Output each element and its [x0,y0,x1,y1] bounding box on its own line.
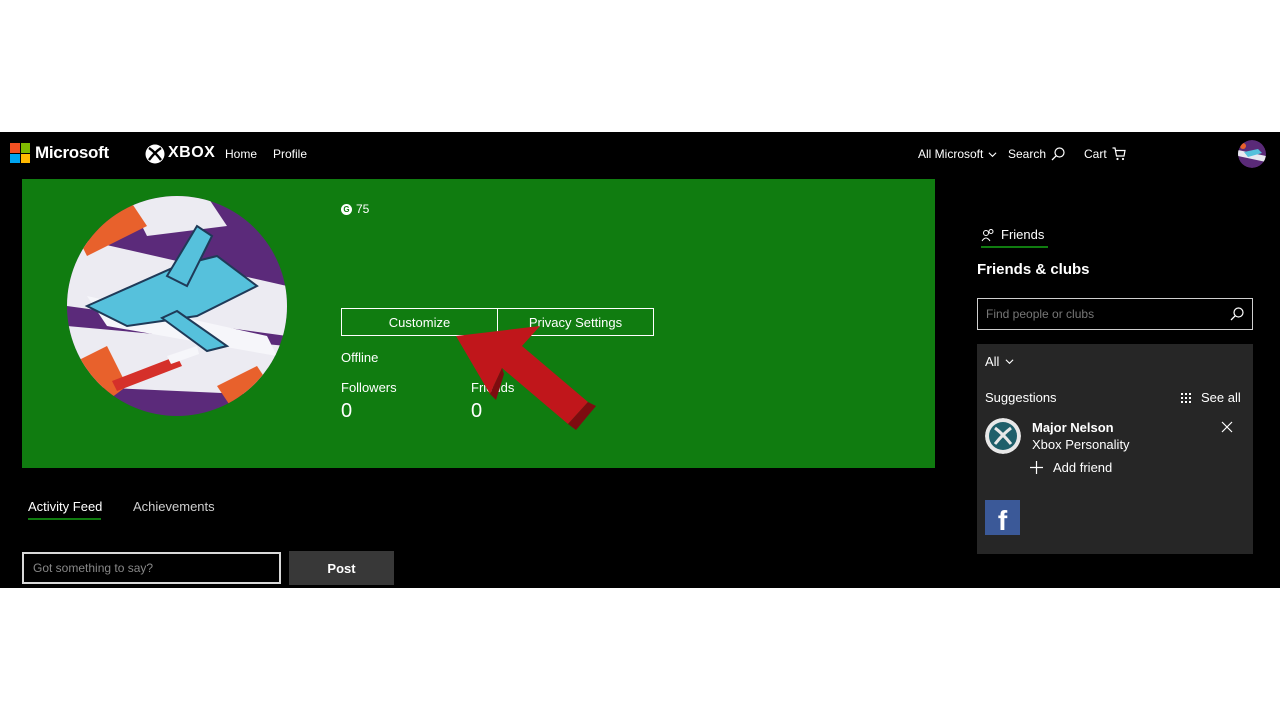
friends-icon [981,228,994,241]
cart-icon [1112,147,1126,161]
followers-count[interactable]: 0 [341,400,352,423]
add-friend-button[interactable]: Add friend [1030,460,1112,475]
microsoft-logo-icon[interactable] [10,143,30,163]
customize-button[interactable]: Customize [341,308,498,336]
nav-profile[interactable]: Profile [273,147,307,161]
plus-icon [1030,461,1043,474]
friends-tab-label: Friends [1001,227,1045,242]
post-input[interactable]: Got something to say? [22,552,281,584]
close-icon[interactable] [1221,421,1233,433]
search-icon [1051,147,1065,161]
tab-friends[interactable]: Friends [981,227,1044,242]
presence-status: Offline [341,350,379,365]
search-button[interactable]: Search [1008,147,1065,161]
microsoft-brand[interactable]: Microsoft [35,143,109,163]
see-all-label: See all [1201,390,1241,405]
search-icon[interactable] [1230,307,1244,321]
cart-button[interactable]: Cart [1084,147,1126,161]
grid-icon [1181,392,1191,403]
add-friend-label: Add friend [1053,460,1113,475]
suggestion-avatar[interactable] [985,418,1021,454]
see-all-button[interactable]: See all [1181,390,1241,405]
tab-achievements[interactable]: Achievements [133,499,215,514]
chevron-down-icon [988,151,997,157]
suggestion-subtitle: Xbox Personality [1032,437,1130,452]
suggestion-name[interactable]: Major Nelson [1032,420,1114,435]
top-nav: Microsoft XBOX Home Profile All Microsof… [0,132,1280,176]
friends-tab-underline [981,246,1048,248]
user-avatar[interactable] [1238,140,1266,168]
filter-value: All [985,354,1000,369]
find-people-placeholder: Find people or clubs [986,307,1095,321]
followers-label[interactable]: Followers [341,380,397,395]
friends-label[interactable]: Friends [471,380,514,395]
suggestions-label: Suggestions [985,390,1057,405]
xbox-logo-icon[interactable] [145,144,165,164]
search-label: Search [1008,147,1047,161]
all-microsoft-menu[interactable]: All Microsoft [918,147,997,161]
nav-home[interactable]: Home [225,147,257,161]
cart-label: Cart [1084,147,1107,161]
profile-banner: G 75 Customize Privacy Settings Offline … [22,179,935,468]
chevron-down-icon [1005,359,1014,365]
facebook-icon[interactable]: f [985,500,1020,535]
gamer-picture[interactable] [67,196,287,416]
all-microsoft-label: All Microsoft [918,147,984,161]
find-people-input[interactable]: Find people or clubs [977,298,1253,330]
tab-activity-feed[interactable]: Activity Feed [28,499,102,514]
gamerscore-value: 75 [356,202,370,216]
privacy-settings-button[interactable]: Privacy Settings [497,308,654,336]
suggestions-panel: All Suggestions See all Major Nelson Xbo… [977,344,1253,554]
post-button[interactable]: Post [289,551,394,585]
gamerscore: G 75 [341,202,369,216]
active-tab-underline [28,518,101,520]
xbox-profile-page: Microsoft XBOX Home Profile All Microsof… [0,132,1280,588]
xbox-brand[interactable]: XBOX [168,144,215,162]
gamerscore-icon: G [341,203,352,215]
friends-count[interactable]: 0 [471,400,482,423]
friends-clubs-title: Friends & clubs [977,261,1090,278]
filter-dropdown[interactable]: All [985,354,1014,369]
